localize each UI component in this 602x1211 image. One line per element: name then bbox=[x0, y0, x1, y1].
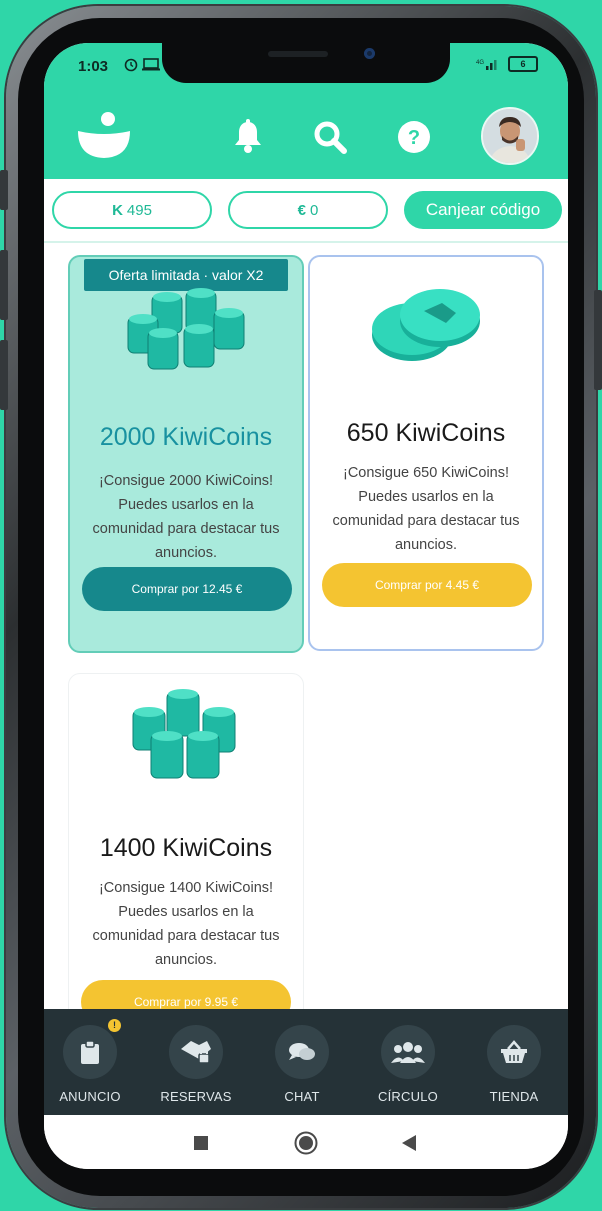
svg-text:4G: 4G bbox=[476, 60, 484, 66]
signal-icon: 4G bbox=[476, 60, 497, 70]
svg-text:?: ? bbox=[408, 127, 420, 149]
coin-stacks-icon bbox=[122, 287, 252, 378]
product-title: 2000 KiwiCoins bbox=[99, 423, 273, 451]
camera-notch bbox=[162, 43, 450, 83]
bottom-nav: ANUNCIO ! RESERVAS CHAT CÍRCULO TIENDA bbox=[44, 1009, 568, 1115]
kiwicoins-balance[interactable]: K 495 bbox=[52, 191, 212, 229]
nav-item-anuncio[interactable]: ANUNCIO ! bbox=[48, 1019, 132, 1104]
power-button bbox=[594, 290, 602, 390]
product-description: ¡Consigue 1400 KiwiCoins! Puedes usarlos… bbox=[92, 880, 280, 968]
product-description: ¡Consigue 2000 KiwiCoins! Puedes usarlos… bbox=[92, 473, 280, 561]
app-header: ? bbox=[44, 97, 568, 179]
kiwicoins-symbol: K bbox=[112, 201, 123, 219]
clipboard-icon bbox=[63, 1025, 117, 1079]
redeem-code-button[interactable]: Canjear código bbox=[404, 191, 562, 229]
help-icon[interactable]: ? bbox=[396, 119, 432, 160]
nav-label: ANUNCIO bbox=[59, 1089, 121, 1104]
euro-balance[interactable]: € 0 bbox=[228, 191, 388, 229]
back-icon[interactable] bbox=[402, 1135, 416, 1156]
coin-stacks-icon bbox=[117, 684, 247, 793]
nav-item-chat[interactable]: CHAT bbox=[260, 1025, 344, 1104]
status-bar: 1:03 4G 6 bbox=[44, 43, 568, 97]
notification-badge: ! bbox=[108, 1019, 121, 1032]
recent-apps-icon[interactable] bbox=[194, 1136, 208, 1155]
nav-item-circulo[interactable]: CÍRCULO bbox=[366, 1025, 450, 1104]
alarm-icon bbox=[124, 56, 164, 76]
basket-icon bbox=[487, 1025, 541, 1079]
buy-button-650[interactable]: Comprar por 4.45 € bbox=[322, 563, 532, 607]
front-camera bbox=[364, 48, 375, 59]
user-avatar[interactable] bbox=[481, 107, 539, 165]
system-nav-bar bbox=[44, 1115, 568, 1169]
app-logo[interactable] bbox=[74, 111, 134, 168]
nav-item-reservas[interactable]: RESERVAS bbox=[154, 1025, 238, 1104]
search-icon[interactable] bbox=[312, 119, 348, 160]
status-time: 1:03 bbox=[78, 58, 109, 75]
euro-symbol: € bbox=[297, 201, 306, 219]
nav-label: TIENDA bbox=[489, 1089, 539, 1104]
product-card-1400[interactable]: 1400 KiwiCoins ¡Consigue 1400 KiwiCoins!… bbox=[68, 673, 304, 1033]
nav-item-tienda[interactable]: TIENDA bbox=[472, 1025, 556, 1104]
balance-bar: K 495 € 0 Canjear código bbox=[44, 179, 568, 243]
chat-bubbles-icon bbox=[275, 1025, 329, 1079]
home-icon[interactable] bbox=[294, 1131, 318, 1160]
product-description: ¡Consigue 650 KiwiCoins! Puedes usarlos … bbox=[332, 465, 520, 553]
volume-down-button bbox=[0, 340, 8, 410]
product-card-650[interactable]: 650 KiwiCoins ¡Consigue 650 KiwiCoins! P… bbox=[308, 255, 544, 651]
volume-up-button bbox=[0, 250, 8, 320]
speaker-grille bbox=[268, 51, 328, 57]
battery-icon: 6 bbox=[508, 56, 538, 72]
status-right: 4G 6 bbox=[476, 56, 538, 72]
nav-label: CHAT bbox=[284, 1089, 320, 1104]
nav-label: RESERVAS bbox=[160, 1089, 232, 1104]
product-card-2000[interactable]: Oferta limitada · valor X2 2000 KiwiCoin… bbox=[68, 255, 304, 653]
coin-pile-icon bbox=[368, 281, 486, 372]
people-group-icon bbox=[381, 1025, 435, 1079]
app-screen: 1:03 4G 6 ? K 495 € 0 Canjear código Ofe… bbox=[44, 43, 568, 1169]
kiwicoins-amount: 495 bbox=[126, 201, 152, 219]
buy-button-2000[interactable]: Comprar por 12.45 € bbox=[82, 567, 292, 611]
nav-label: CÍRCULO bbox=[378, 1089, 438, 1104]
bell-icon[interactable] bbox=[232, 119, 264, 160]
product-title: 650 KiwiCoins bbox=[346, 419, 506, 447]
euro-amount: 0 bbox=[310, 201, 319, 219]
product-title: 1400 KiwiCoins bbox=[99, 834, 273, 862]
handshake-lock-icon bbox=[169, 1025, 223, 1079]
side-button bbox=[0, 170, 8, 210]
